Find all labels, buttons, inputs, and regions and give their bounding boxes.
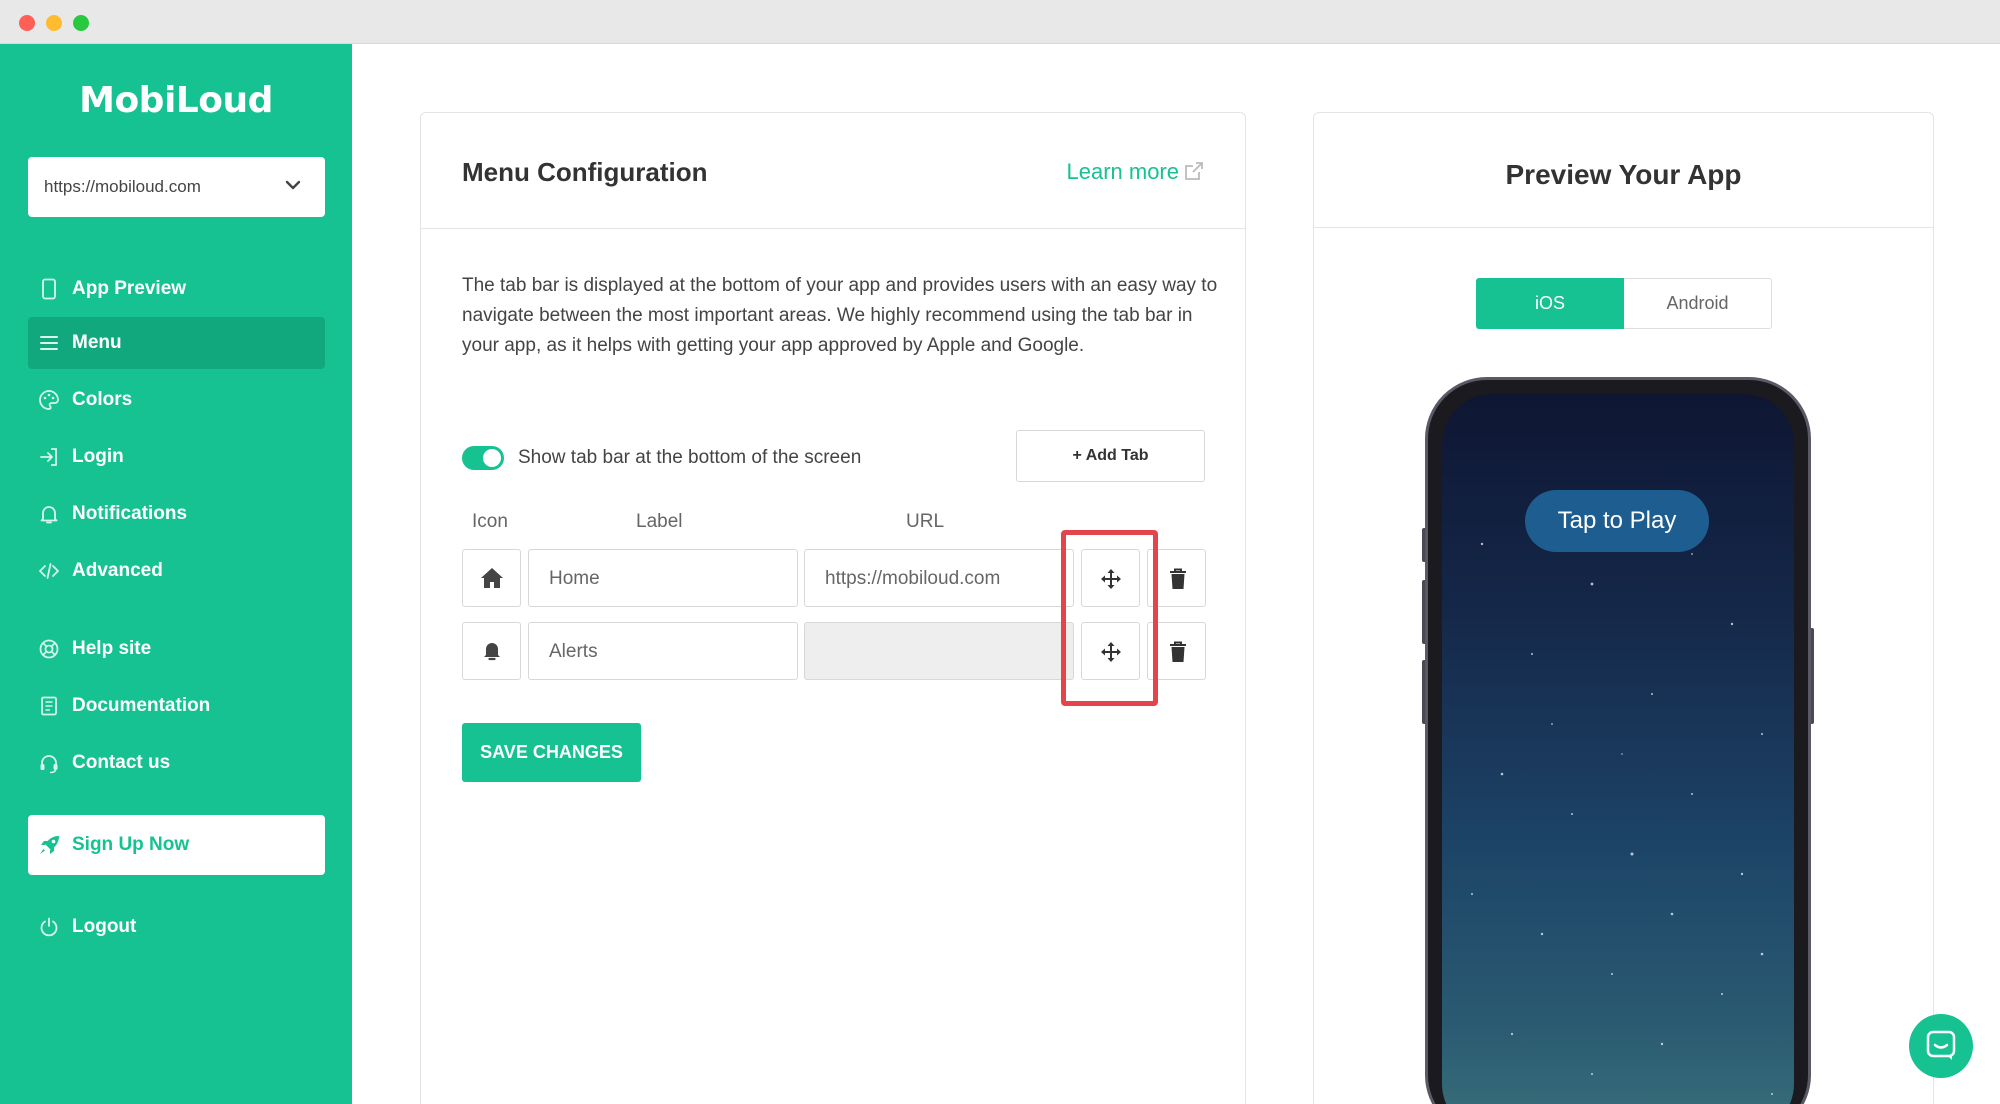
logout-label: Logout (72, 916, 137, 937)
tab-label-value: Home (549, 568, 600, 589)
sidebar-item-colors[interactable]: Colors (28, 374, 325, 426)
power-icon (40, 917, 58, 937)
sidebar-item-label: Login (72, 446, 124, 467)
tap-to-play-button[interactable]: Tap to Play (1525, 490, 1709, 552)
tab-label-input[interactable]: Home (528, 549, 798, 607)
column-header-icon: Icon (472, 511, 508, 532)
sidebar-item-documentation[interactable]: Documentation (28, 680, 325, 732)
save-changes-button[interactable]: SAVE CHANGES (462, 723, 641, 782)
tab-bar-description: The tab bar is displayed at the bottom o… (462, 275, 1218, 356)
external-link-icon (1185, 162, 1203, 180)
phone-icon (42, 278, 56, 300)
learn-more-link[interactable]: Learn more (1066, 159, 1205, 185)
preview-title: Preview Your App (1505, 159, 1742, 190)
sidebar-item-label: Colors (72, 389, 133, 410)
lifebuoy-icon (39, 639, 59, 659)
sidebar-item-label: App Preview (72, 278, 187, 299)
sidebar-item-label: Advanced (72, 560, 163, 581)
site-select-value: https://mobiloud.com (44, 177, 201, 196)
column-header-label: Label (636, 511, 683, 532)
sidebar-item-label: Notifications (72, 503, 188, 524)
menu-configuration-card: Menu Configuration Learn more The tab ba… (420, 112, 1246, 1104)
tab-url-input[interactable]: https://mobiloud.com (804, 549, 1074, 607)
chevron-down-icon (285, 180, 301, 190)
bell-icon (484, 643, 500, 661)
divider (1314, 227, 1933, 228)
maximize-window-button[interactable] (73, 15, 89, 31)
tab-icon-picker[interactable] (462, 622, 521, 680)
tab-label-input[interactable]: Alerts (528, 622, 798, 680)
sidebar-item-notifications[interactable]: Notifications (28, 488, 325, 540)
learn-more-label: Learn more (1066, 159, 1179, 184)
window-titlebar (0, 0, 2000, 44)
sidebar-item-label: Contact us (72, 752, 171, 773)
sidebar-item-label: Documentation (72, 695, 211, 716)
home-icon (481, 568, 503, 588)
tab-label-value: Alerts (549, 641, 598, 662)
login-icon (40, 448, 57, 466)
sign-up-now-label: Sign Up Now (72, 834, 190, 855)
tab-icon-picker[interactable] (462, 549, 521, 607)
sidebar-item-advanced[interactable]: Advanced (28, 545, 325, 597)
sidebar-item-help-site[interactable]: Help site (28, 623, 325, 675)
sign-up-now-button[interactable]: Sign Up Now (28, 815, 325, 875)
app-logo: MobiLoud (79, 80, 273, 121)
close-window-button[interactable] (19, 15, 35, 31)
code-icon (39, 563, 59, 579)
sidebar-item-contact-us[interactable]: Contact us (28, 737, 325, 789)
tab-url-input[interactable] (804, 622, 1074, 680)
chat-launcher-button[interactable] (1909, 1014, 1973, 1078)
add-tab-button[interactable]: + Add Tab (1016, 430, 1205, 482)
sidebar-item-menu[interactable]: Menu (28, 317, 325, 369)
minimize-window-button[interactable] (46, 15, 62, 31)
bell-icon (40, 506, 58, 524)
sidebar: MobiLoud https://mobiloud.com App Previe… (0, 44, 352, 1104)
sidebar-item-login[interactable]: Login (28, 431, 325, 483)
sidebar-item-label: Menu (72, 332, 122, 353)
trash-icon (1170, 568, 1186, 589)
site-select[interactable]: https://mobiloud.com (28, 157, 325, 217)
tab-ios[interactable]: iOS (1476, 278, 1624, 329)
logout-button[interactable]: Logout (28, 901, 325, 953)
sidebar-item-label: Help site (72, 638, 152, 659)
menu-icon (40, 336, 58, 350)
headset-icon (40, 755, 58, 774)
chat-icon (1926, 1030, 1956, 1060)
tab-android[interactable]: Android (1624, 278, 1772, 329)
drag-handle-highlight (1061, 530, 1158, 706)
divider (421, 228, 1245, 229)
phone-mockup (1425, 377, 1811, 1104)
rocket-icon (40, 836, 59, 854)
tab-url-value: https://mobiloud.com (825, 568, 1001, 589)
column-header-url: URL (906, 511, 945, 532)
trash-icon (1170, 641, 1186, 662)
card-title: Menu Configuration (462, 157, 708, 187)
palette-icon (39, 390, 59, 410)
sidebar-item-app-preview[interactable]: App Preview (28, 263, 325, 315)
book-icon (41, 696, 57, 716)
show-tab-bar-toggle[interactable] (462, 446, 504, 470)
show-tab-bar-label: Show tab bar at the bottom of the screen (518, 447, 862, 468)
